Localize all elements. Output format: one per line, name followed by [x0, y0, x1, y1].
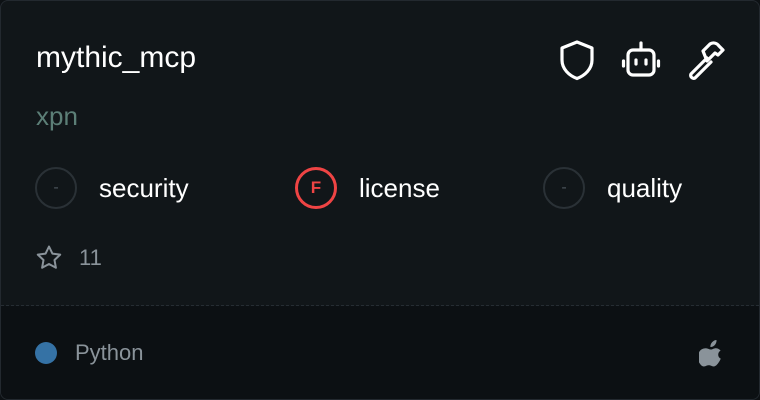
apple-icon: [699, 338, 725, 368]
language-indicator: Python: [35, 340, 144, 366]
language-color-dot: [35, 342, 57, 364]
language-name: Python: [75, 340, 144, 365]
shield-icon: [557, 39, 597, 81]
star-count-value: 11: [79, 245, 102, 270]
robot-icon: [621, 39, 661, 81]
card-footer: Python: [1, 306, 759, 399]
metric-license[interactable]: F license: [295, 163, 440, 213]
star-count: 11: [35, 244, 102, 272]
security-grade-badge: -: [35, 167, 77, 209]
server-card[interactable]: mythic_mcp xpn - security F license - qu…: [0, 0, 760, 400]
quality-grade-badge: -: [543, 167, 585, 209]
security-label: security: [99, 172, 189, 203]
license-label: license: [359, 172, 440, 203]
metric-quality[interactable]: - quality: [543, 163, 682, 213]
server-author[interactable]: xpn: [36, 99, 78, 133]
hammer-icon: [685, 39, 725, 81]
license-grade-badge: F: [295, 167, 337, 209]
header-icons: [557, 39, 725, 81]
metric-security[interactable]: - security: [35, 163, 189, 213]
server-name[interactable]: mythic_mcp: [36, 38, 196, 78]
quality-label: quality: [607, 172, 683, 203]
star-icon: [35, 244, 63, 272]
